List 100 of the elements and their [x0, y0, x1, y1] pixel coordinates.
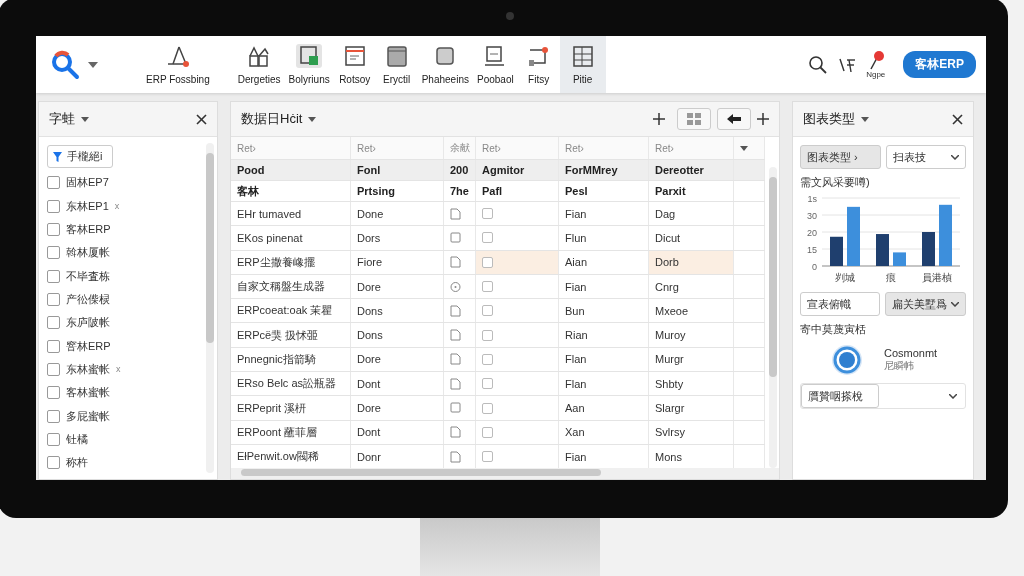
table-cell: Fian — [559, 274, 649, 299]
toolbar-button[interactable]: Fitsy — [517, 36, 560, 93]
column-header[interactable]: Ret› — [559, 137, 649, 159]
text-field[interactable]: 宣表俯幟 — [800, 292, 880, 316]
panel-title[interactable]: 图表类型 — [803, 110, 855, 128]
caret-icon[interactable] — [861, 116, 869, 122]
checkbox[interactable] — [47, 456, 60, 470]
checkbox[interactable] — [47, 199, 60, 213]
close-icon[interactable] — [196, 113, 207, 125]
checkbox[interactable] — [47, 316, 60, 330]
dropdown[interactable]: 贋贊咽搽梲 — [801, 384, 879, 408]
list-item[interactable]: 称杵 — [66, 455, 88, 471]
column-header[interactable]: Ret› — [231, 137, 351, 159]
option-subtitle: 尼瞬帏 — [884, 359, 915, 373]
checkbox[interactable] — [47, 362, 60, 376]
checkbox[interactable] — [47, 432, 60, 446]
dropdown[interactable]: 扁关美墅爲 — [885, 292, 966, 316]
list-item[interactable]: 斡林厦帐 — [66, 245, 110, 261]
checkbox[interactable] — [482, 353, 493, 365]
table-cell: 7he — [444, 181, 476, 201]
checkbox[interactable] — [482, 305, 493, 317]
list-item[interactable]: 客林蜜帐 — [66, 385, 110, 401]
toolbar-button[interactable]: ERP Fossbing — [142, 36, 214, 93]
column-header[interactable]: 余献 — [444, 137, 476, 159]
remove-mark[interactable]: x — [114, 201, 120, 212]
scroll-thumb[interactable] — [241, 469, 601, 476]
checkbox[interactable] — [47, 176, 60, 190]
checkbox[interactable] — [47, 269, 60, 283]
checkbox[interactable] — [482, 281, 493, 293]
toolbar-button[interactable]: Dergeties — [233, 36, 285, 93]
checkbox[interactable] — [47, 292, 60, 306]
scroll-thumb[interactable] — [206, 153, 214, 343]
list-item[interactable]: 东庐陂帐 — [66, 315, 110, 331]
scrollbar[interactable] — [231, 468, 779, 479]
toolbar-button[interactable]: Phaheeins — [417, 36, 473, 93]
search-icon[interactable] — [808, 54, 829, 75]
chart-type-button[interactable]: 图表类型 › — [800, 145, 881, 169]
scrollbar[interactable] — [769, 167, 777, 468]
account-button[interactable]: 客林ERP — [903, 51, 976, 78]
list-item[interactable]: 东林EP1 — [66, 198, 109, 214]
column-header[interactable]: Ret› — [476, 137, 559, 159]
table-cell: ERPeprit 溪枅 — [231, 396, 351, 420]
pin-icon[interactable] — [867, 50, 884, 70]
checkbox[interactable] — [482, 451, 493, 463]
close-icon[interactable] — [952, 113, 963, 125]
scrollbar[interactable] — [206, 143, 214, 473]
checkbox[interactable] — [47, 339, 60, 353]
view-button[interactable] — [677, 108, 711, 130]
table-cell: Xan — [559, 420, 649, 444]
back-button[interactable] — [717, 108, 751, 130]
radio-icon[interactable] — [830, 343, 864, 377]
plus-icon[interactable] — [653, 113, 665, 125]
table-cell: EHr tumaved — [231, 202, 351, 226]
caret-icon[interactable] — [740, 145, 748, 151]
toolbar-button[interactable]: Bolyriuns — [284, 36, 334, 93]
checkbox[interactable] — [482, 402, 493, 414]
magnifier-logo-icon[interactable] — [50, 49, 80, 80]
checkbox[interactable] — [482, 329, 493, 341]
chevron-icon — [951, 301, 959, 307]
scroll-thumb[interactable] — [769, 177, 777, 377]
toolbar-button[interactable]: Poobaol — [472, 36, 518, 93]
clock-icon — [450, 280, 461, 293]
checkbox[interactable] — [47, 386, 60, 400]
caret-icon[interactable] — [88, 61, 98, 68]
list-item[interactable]: 钍橘 — [66, 431, 88, 447]
caret-icon[interactable] — [308, 116, 317, 122]
chevron-icon[interactable] — [949, 393, 957, 399]
remove-mark[interactable]: x — [116, 364, 121, 375]
list-item[interactable]: 窨林ERP — [66, 338, 111, 354]
axis-label: 1s — [807, 193, 817, 204]
checkbox[interactable] — [482, 232, 493, 244]
filter-field[interactable]: 手櫳絕i — [47, 145, 113, 168]
plus-icon[interactable] — [757, 113, 769, 125]
axis-label: 15 — [807, 244, 817, 255]
column-header[interactable]: Ret› — [351, 137, 444, 159]
column-header[interactable]: Ret› — [649, 137, 734, 159]
checkbox[interactable] — [482, 378, 493, 390]
table-cell: Murgr — [649, 347, 734, 372]
toolbar-button[interactable]: Rotsoy — [333, 36, 376, 93]
checkbox[interactable] — [47, 223, 60, 237]
checkbox[interactable] — [47, 246, 60, 260]
list-item[interactable]: 不毕査栋 — [66, 268, 110, 284]
caret-icon[interactable] — [81, 116, 89, 122]
list-item[interactable]: 客林ERP — [66, 222, 111, 238]
list-item[interactable]: 多屁蜜帐 — [66, 408, 110, 424]
panel-title[interactable]: 字蛙 — [49, 110, 75, 128]
dropdown[interactable]: 扫表技 — [885, 145, 966, 169]
panel-title[interactable]: 数据日Hċit — [241, 110, 303, 128]
checkbox[interactable] — [482, 426, 493, 438]
checkbox[interactable] — [482, 208, 493, 220]
list-item[interactable]: 东林蜜帐 — [66, 361, 110, 377]
list-item[interactable]: 固林EP7 — [66, 175, 109, 191]
toolbar-button[interactable]: Pitie — [559, 36, 606, 93]
document-icon — [450, 207, 461, 220]
section-label: 寄中莫蔑寅栝 — [800, 322, 867, 337]
checkbox[interactable] — [482, 256, 493, 268]
checkbox[interactable] — [47, 409, 60, 423]
toolbar-button[interactable]: Eryctil — [375, 36, 418, 93]
list-item[interactable]: 产彸偨棂 — [66, 291, 110, 307]
notification-label: Ngpe — [866, 70, 886, 79]
